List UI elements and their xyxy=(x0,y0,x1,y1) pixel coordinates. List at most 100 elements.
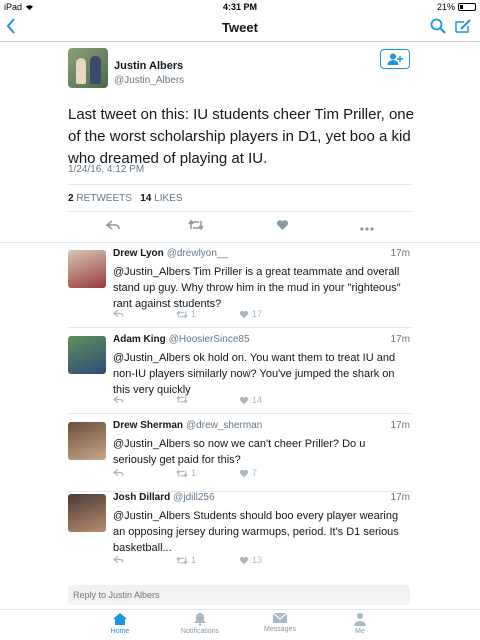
reply-avatar[interactable] xyxy=(68,336,106,374)
home-icon xyxy=(113,613,127,625)
reply-bar xyxy=(0,579,480,609)
reply-icon xyxy=(105,220,120,230)
heart-icon xyxy=(239,469,249,477)
author-handle[interactable]: @Justin_Albers xyxy=(114,75,184,86)
reply-tweet[interactable]: Adam King @HoosierSince85 17m @Justin_Alb… xyxy=(68,328,412,414)
heart-icon xyxy=(276,220,289,230)
reply-tweet[interactable]: Josh Dillard @jdill256 17m @Justin_Albers… xyxy=(68,486,412,572)
like-count: 17 xyxy=(252,309,263,319)
reply-author[interactable]: Drew Sherman @drew_sherman xyxy=(113,420,262,431)
reply-time: 17m xyxy=(390,492,410,503)
divider xyxy=(68,211,412,212)
reply-time: 17m xyxy=(390,334,410,345)
author-avatar[interactable] xyxy=(68,48,108,88)
like-count: 14 xyxy=(252,395,263,405)
divider xyxy=(68,184,412,185)
search-button[interactable] xyxy=(430,18,446,39)
retweet-icon xyxy=(188,219,204,231)
heart-icon xyxy=(239,310,249,318)
status-time: 4:31 PM xyxy=(222,2,257,12)
battery-icon xyxy=(458,3,476,11)
search-icon xyxy=(430,18,446,34)
tab-label: Messages xyxy=(264,626,296,633)
compose-button[interactable] xyxy=(454,18,472,39)
retweet-button[interactable] xyxy=(188,219,204,233)
reply-actions: 1 17 xyxy=(113,309,373,321)
like-count: 7 xyxy=(252,468,258,478)
add-user-icon xyxy=(387,53,403,65)
retweet-button[interactable]: 1 xyxy=(176,555,196,565)
like-button[interactable]: 7 xyxy=(239,468,257,478)
retweet-button[interactable]: 1 xyxy=(176,468,196,478)
reply-input[interactable] xyxy=(68,585,410,605)
reply-text: @Justin_Albers Students should boo every… xyxy=(113,510,399,554)
more-icon xyxy=(360,227,374,231)
reply-time: 17m xyxy=(390,420,410,431)
reply-actions: 14 xyxy=(113,395,373,407)
heart-icon xyxy=(239,396,249,404)
author-name[interactable]: Justin Albers xyxy=(114,60,183,72)
retweet-button[interactable] xyxy=(176,395,191,404)
reply-icon xyxy=(113,469,124,476)
reply-button[interactable] xyxy=(113,468,124,477)
reply-author[interactable]: Josh Dillard @jdill256 xyxy=(113,492,215,503)
reply-icon xyxy=(113,396,124,403)
reply-avatar[interactable] xyxy=(68,494,106,532)
like-count: 13 xyxy=(252,555,263,565)
tweet-stats: 2 RETWEETS 14 LIKES xyxy=(68,193,183,204)
reply-avatar[interactable] xyxy=(68,422,106,460)
reply-author[interactable]: Adam King @HoosierSince85 xyxy=(113,334,250,345)
retweet-button[interactable]: 1 xyxy=(176,309,196,319)
retweet-icon xyxy=(176,555,188,565)
reply-avatar[interactable] xyxy=(68,250,106,288)
bell-icon xyxy=(194,613,206,626)
tab-home[interactable]: Home xyxy=(80,612,160,635)
reply-icon xyxy=(113,556,124,563)
tab-label: Home xyxy=(110,628,130,635)
reply-button[interactable] xyxy=(113,555,124,564)
nav-bar: Tweet xyxy=(0,14,480,42)
status-bar: iPad 4:31 PM 21% xyxy=(0,0,480,14)
reply-author[interactable]: Drew Lyon @drewlyon__ xyxy=(113,248,228,259)
envelope-icon xyxy=(272,612,288,623)
tab-label: Me xyxy=(355,628,365,635)
battery-percent: 21% xyxy=(436,2,455,12)
reply-icon xyxy=(113,310,124,317)
reply-tweet[interactable]: Drew Sherman @drew_sherman 17m @Justin_Al… xyxy=(68,414,412,492)
reply-button[interactable] xyxy=(105,219,120,233)
likes-stat[interactable]: 14 LIKES xyxy=(140,193,182,204)
heart-icon xyxy=(239,556,249,564)
tweet-text: Last tweet on this: IU students cheer Ti… xyxy=(68,106,414,167)
retweets-stat[interactable]: 2 RETWEETS xyxy=(68,193,132,204)
battery-status: 21% xyxy=(437,2,476,12)
retweet-icon xyxy=(176,395,188,404)
compose-icon xyxy=(455,19,471,33)
tab-messages[interactable]: Messages xyxy=(240,612,320,633)
tweet-author[interactable]: Justin Albers @Justin_Albers xyxy=(68,48,412,92)
reply-time: 17m xyxy=(390,248,410,259)
like-button[interactable]: 14 xyxy=(239,395,262,405)
tab-bar: Home Notifications Messages Me xyxy=(0,609,480,640)
reply-button[interactable] xyxy=(113,395,124,404)
page-title: Tweet xyxy=(222,20,258,35)
tab-me[interactable]: Me xyxy=(320,612,400,635)
reply-text: @Justin_Albers so now we can't cheer Pri… xyxy=(113,438,366,466)
retweet-icon xyxy=(176,309,188,319)
like-button[interactable]: 17 xyxy=(239,309,262,319)
retweet-icon xyxy=(176,468,188,478)
like-button[interactable] xyxy=(276,219,289,233)
follow-button[interactable] xyxy=(380,49,410,69)
tab-notifications[interactable]: Notifications xyxy=(160,612,240,635)
reply-text: @Justin_Albers ok hold on. You want them… xyxy=(113,352,396,396)
tab-label: Notifications xyxy=(180,628,220,635)
retweet-count: 1 xyxy=(191,468,197,478)
retweet-count: 1 xyxy=(191,309,197,319)
reply-actions: 1 7 xyxy=(113,468,373,480)
retweet-count: 1 xyxy=(191,555,197,565)
person-icon xyxy=(354,613,366,626)
reply-tweet[interactable]: Drew Lyon @drewlyon__ 17m @Justin_Albers … xyxy=(68,242,412,328)
reply-button[interactable] xyxy=(113,309,124,318)
like-button[interactable]: 13 xyxy=(239,555,262,565)
tweet-actions xyxy=(68,219,412,235)
more-button[interactable] xyxy=(360,219,374,233)
